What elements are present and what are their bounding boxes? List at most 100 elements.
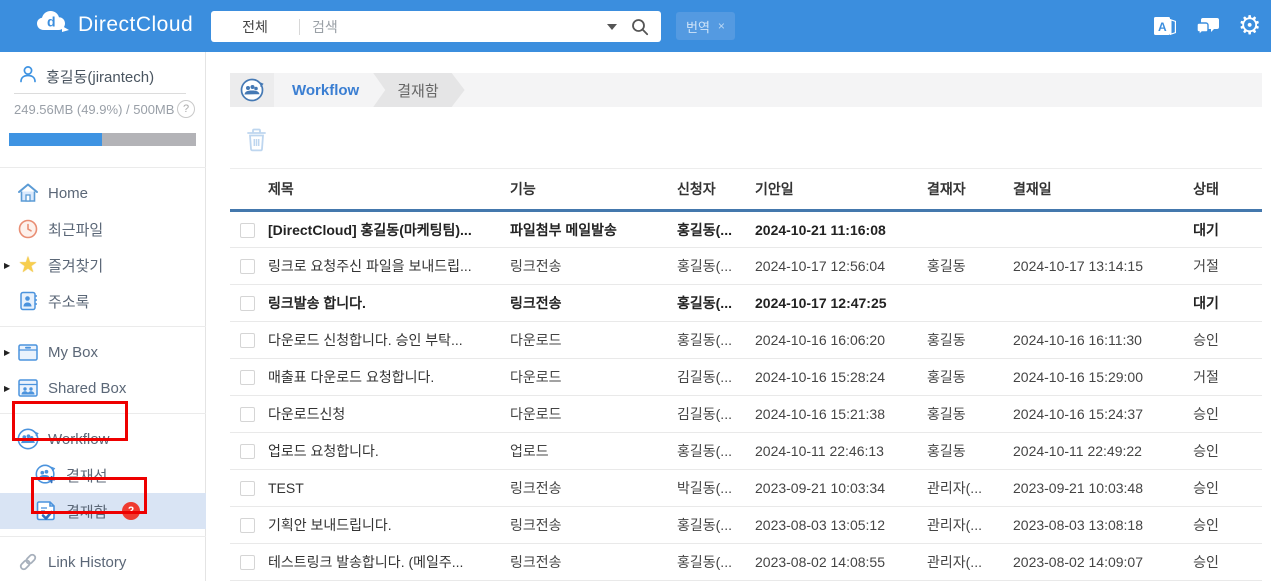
row-title[interactable]: 기획안 보내드립니다. [268,506,510,544]
row-status: 대기 [1150,284,1262,322]
row-requester: 홍길동(... [677,543,755,581]
row-draft-date: 2024-10-21 11:16:08 [755,210,927,248]
table-row[interactable]: 매출표 다운로드 요청합니다. 다운로드 김길동(... 2024-10-16 … [230,358,1262,396]
directcloud-logo[interactable]: d DirectCloud [36,10,193,39]
row-title[interactable]: 테스트링크 발송합니다. (메일주... [268,543,510,581]
row-checkbox[interactable] [240,444,255,460]
row-requester: 홍길동(... [677,321,755,359]
row-approver: 홍길동 [927,247,1013,285]
row-approver: 홍길동 [927,432,1013,470]
row-checkbox[interactable] [240,555,255,571]
user-name: 홍길동(jirantech) [46,69,155,86]
row-requester: 김길동(... [677,358,755,396]
sidebar-item-recent-files[interactable]: 최근파일 [0,211,206,247]
row-approval-date: 2024-10-17 13:14:15 [1013,247,1150,285]
chat-icon[interactable] [1196,0,1221,52]
expander-arrow-icon[interactable]: ▶ [4,348,10,357]
row-approval-date: 2024-10-16 15:24:37 [1013,395,1150,433]
row-title[interactable]: 매출표 다운로드 요청합니다. [268,358,510,396]
svg-text:d: d [47,14,56,30]
row-approver: 홍길동 [927,321,1013,359]
sidebar-item-favorites[interactable]: ▶ ★ 즐겨찾기 [0,247,206,283]
row-approval-date: 2024-10-16 16:11:30 [1013,321,1150,359]
row-checkbox[interactable] [240,259,255,275]
table-row[interactable]: 링크로 요청주신 파일을 보내드립... 링크전송 홍길동(... 2024-1… [230,247,1262,285]
table-row[interactable]: 다운로드 신청합니다. 승인 부탁... 다운로드 홍길동(... 2024-1… [230,321,1262,359]
table-row[interactable]: 테스트링크 발송합니다. (메일주... 링크전송 홍길동(... 2023-0… [230,543,1262,581]
sidebar-item-contacts[interactable]: 주소록 [0,283,206,319]
storage-help-icon[interactable]: ? [177,100,195,118]
row-draft-date: 2024-10-16 16:06:20 [755,321,927,359]
search-input[interactable] [300,18,607,35]
row-checkbox-cell [230,358,268,396]
gear-icon[interactable]: ⚙ [1238,0,1261,52]
row-checkbox[interactable] [240,407,255,423]
row-draft-date: 2024-10-16 15:21:38 [755,395,927,433]
delete-button[interactable] [244,126,269,158]
breadcrumb-root[interactable]: Workflow [292,82,359,99]
header-checkbox-spacer [230,168,268,212]
row-approver: 관리자(... [927,506,1013,544]
row-title[interactable]: 다운로드신청 [268,395,510,433]
sidebar-item-link-history[interactable]: Link History [0,544,206,580]
user-profile[interactable]: 홍길동(jirantech) [18,64,154,89]
row-title[interactable]: 링크발송 합니다. [268,284,510,322]
box-icon [16,340,40,364]
row-title[interactable]: [DirectCloud] 홍길동(마케팅팀)... [268,210,510,248]
search-filter-tag[interactable]: 번역 × [676,12,735,40]
row-checkbox[interactable] [240,296,255,312]
row-title[interactable]: TEST [268,469,510,507]
clock-icon [16,217,40,241]
col-header-status[interactable]: 상태 [1150,168,1262,212]
table-row[interactable]: 다운로드신청 다운로드 김길동(... 2024-10-16 15:21:38 … [230,395,1262,433]
tag-close-icon[interactable]: × [718,19,725,33]
col-header-title[interactable]: 제목 [268,168,510,212]
col-header-requester[interactable]: 신청자 [677,168,755,212]
table-row[interactable]: 업로드 요청합니다. 업로드 홍길동(... 2024-10-11 22:46:… [230,432,1262,470]
row-checkbox[interactable] [240,481,255,497]
row-checkbox-cell [230,469,268,507]
sidebar-item-home[interactable]: Home [0,175,206,211]
divider [0,167,206,168]
row-status: 거절 [1150,358,1262,396]
search-category-select[interactable]: 전체 [211,17,299,37]
row-status: 승인 [1150,506,1262,544]
sidebar-item-my-box[interactable]: ▶ My Box [0,334,206,370]
row-checkbox[interactable] [240,333,255,349]
sidebar-item-label: 주소록 [48,293,90,311]
row-draft-date: 2024-10-16 15:28:24 [755,358,927,396]
translate-app-icon[interactable]: A [1152,0,1178,52]
table-row[interactable]: 기획안 보내드립니다. 링크전송 홍길동(... 2023-08-03 13:0… [230,506,1262,544]
annotation-box-workflow [12,401,128,441]
row-function: 다운로드 [510,321,677,359]
address-book-icon [16,289,40,313]
row-title[interactable]: 링크로 요청주신 파일을 보내드립... [268,247,510,285]
approval-table: 제목 기능 신청자 기안일 결재자 결재일 상태 [DirectCloud] 홍… [230,168,1262,581]
row-title[interactable]: 업로드 요청합니다. [268,432,510,470]
logo-text: DirectCloud [78,12,194,36]
expander-arrow-icon[interactable]: ▶ [4,261,10,270]
search-dropdown-caret-icon[interactable] [607,23,617,30]
user-icon [18,64,38,89]
table-row[interactable]: TEST 링크전송 박길동(... 2023-09-21 10:03:34 관리… [230,469,1262,507]
row-draft-date: 2024-10-17 12:47:25 [755,284,927,322]
row-approver [927,284,1013,322]
row-function: 다운로드 [510,395,677,433]
row-checkbox[interactable] [240,518,255,534]
col-header-approval-date[interactable]: 결재일 [1013,168,1150,212]
row-checkbox-cell [230,210,268,248]
row-approval-date: 2023-09-21 10:03:48 [1013,469,1150,507]
row-title[interactable]: 다운로드 신청합니다. 승인 부탁... [268,321,510,359]
col-header-function[interactable]: 기능 [510,168,677,212]
col-header-approver[interactable]: 결재자 [927,168,1013,212]
sidebar-item-label: Home [48,184,89,202]
expander-arrow-icon[interactable]: ▶ [4,384,10,393]
row-checkbox[interactable] [240,370,255,386]
col-header-draft-date[interactable]: 기안일 [755,168,927,212]
search-icon[interactable] [631,18,649,36]
table-row[interactable]: 링크발송 합니다. 링크전송 홍길동(... 2024-10-17 12:47:… [230,284,1262,322]
row-checkbox[interactable] [240,222,255,238]
table-row[interactable]: [DirectCloud] 홍길동(마케팅팀)... 파일첨부 메일발송 홍길동… [230,210,1262,248]
row-checkbox-cell [230,432,268,470]
annotation-box-approval-inbox [31,477,147,514]
